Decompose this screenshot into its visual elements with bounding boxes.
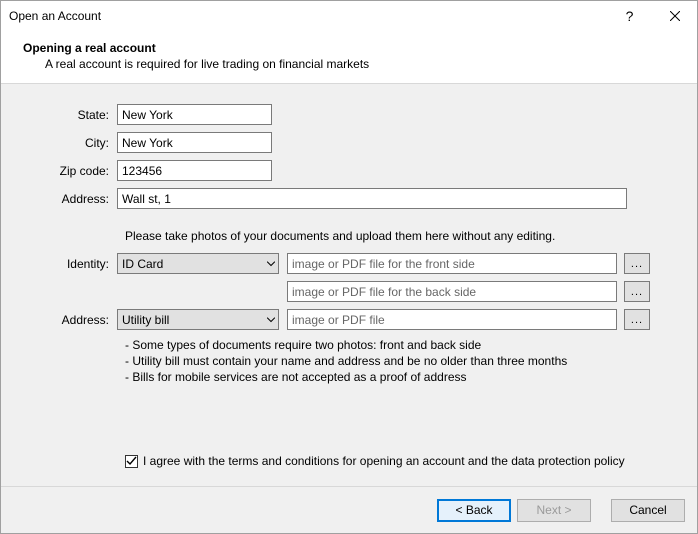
identity-front-browse[interactable]: ... [624, 253, 650, 274]
address-doc-label: Address: [29, 313, 117, 327]
address-doc-placeholder: image or PDF file [292, 313, 385, 327]
address-doc-file[interactable]: image or PDF file [287, 309, 617, 330]
city-label: City: [29, 136, 117, 150]
note-line: - Some types of documents require two ph… [125, 337, 669, 353]
identity-front-file[interactable]: image or PDF file for the front side [287, 253, 617, 274]
identity-front-placeholder: image or PDF file for the front side [292, 257, 475, 271]
address-input[interactable] [117, 188, 627, 209]
identity-select[interactable]: ID Card [117, 253, 279, 274]
content-area: State: City: Zip code: Address: Please t… [1, 83, 697, 486]
upload-notes: - Some types of documents require two ph… [125, 337, 669, 386]
close-button[interactable] [652, 1, 697, 31]
close-icon [670, 11, 680, 21]
identity-label: Identity: [29, 257, 117, 271]
note-line: - Bills for mobile services are not acce… [125, 369, 669, 385]
identity-back-file[interactable]: image or PDF file for the back side [287, 281, 617, 302]
window-title: Open an Account [9, 9, 607, 23]
upload-instruction: Please take photos of your documents and… [125, 229, 669, 243]
next-button[interactable]: Next > [517, 499, 591, 522]
footer: < Back Next > Cancel [1, 486, 697, 533]
help-button[interactable]: ? [607, 1, 652, 31]
header: Opening a real account A real account is… [1, 31, 697, 83]
address-doc-browse[interactable]: ... [624, 309, 650, 330]
zip-input[interactable] [117, 160, 272, 181]
address-doc-select[interactable]: Utility bill [117, 309, 279, 330]
cancel-button[interactable]: Cancel [611, 499, 685, 522]
address-label: Address: [29, 192, 117, 206]
state-input[interactable] [117, 104, 272, 125]
header-title: Opening a real account [23, 41, 683, 55]
header-subtitle: A real account is required for live trad… [23, 57, 683, 71]
address-doc-select-value: Utility bill [122, 313, 169, 327]
identity-back-placeholder: image or PDF file for the back side [292, 285, 476, 299]
agree-text: I agree with the terms and conditions fo… [143, 454, 625, 468]
state-label: State: [29, 108, 117, 122]
dialog-window: Open an Account ? Opening a real account… [0, 0, 698, 534]
agree-row: I agree with the terms and conditions fo… [125, 454, 625, 468]
zip-label: Zip code: [29, 164, 117, 178]
agree-checkbox[interactable] [125, 455, 138, 468]
city-input[interactable] [117, 132, 272, 153]
back-button[interactable]: < Back [437, 499, 511, 522]
identity-back-browse[interactable]: ... [624, 281, 650, 302]
check-icon [126, 456, 137, 467]
identity-select-value: ID Card [122, 257, 163, 271]
note-line: - Utility bill must contain your name an… [125, 353, 669, 369]
titlebar: Open an Account ? [1, 1, 697, 31]
